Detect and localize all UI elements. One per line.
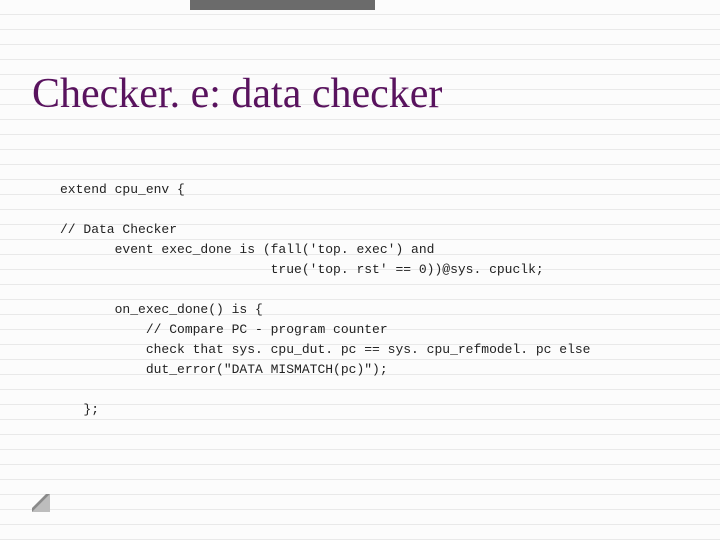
slide: Checker. e: data checker extend cpu_env …	[0, 0, 720, 540]
page-fold-icon	[32, 494, 50, 512]
top-accent-bar	[190, 0, 375, 10]
code-line: on_exec_done() is {	[60, 302, 263, 317]
code-line: dut_error("DATA MISMATCH(pc)");	[60, 362, 388, 377]
code-line: };	[60, 402, 99, 417]
code-line: // Compare PC - program counter	[60, 322, 388, 337]
code-line: true('top. rst' == 0))@sys. cpuclk;	[60, 262, 544, 277]
slide-title: Checker. e: data checker	[32, 70, 442, 118]
code-line: event exec_done is (fall('top. exec') an…	[60, 242, 434, 257]
code-line: check that sys. cpu_dut. pc == sys. cpu_…	[60, 342, 591, 357]
code-line: extend cpu_env {	[60, 182, 185, 197]
code-line: // Data Checker	[60, 222, 177, 237]
code-block: extend cpu_env { // Data Checker event e…	[60, 160, 700, 440]
